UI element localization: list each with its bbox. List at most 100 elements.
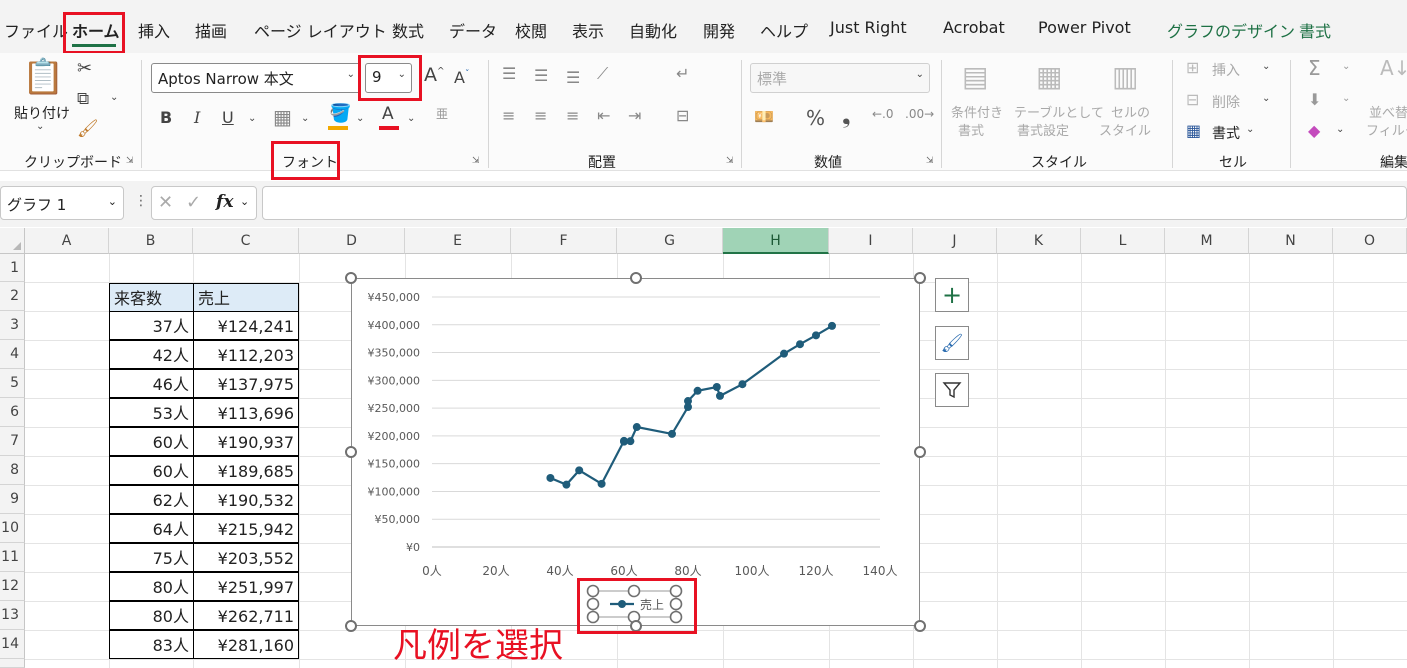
column-header-g[interactable]: G: [617, 228, 723, 254]
formula-input[interactable]: [262, 186, 1407, 220]
cell-styles-icon[interactable]: ▥: [1112, 63, 1138, 91]
comma-button[interactable]: ❟: [842, 106, 851, 128]
font-color-icon[interactable]: A: [382, 106, 394, 123]
row-header-12[interactable]: 12: [0, 572, 25, 601]
tab-chart-design[interactable]: グラフのデザイン: [1167, 18, 1295, 42]
delete-cells-button[interactable]: 削除: [1212, 92, 1240, 112]
align-left-icon[interactable]: ≡: [502, 108, 515, 124]
paste-button[interactable]: 貼り付け: [14, 103, 70, 123]
sort-filter-icon[interactable]: A↓: [1380, 58, 1407, 78]
clear-icon[interactable]: ◆: [1308, 123, 1320, 139]
resize-handle[interactable]: [914, 272, 926, 284]
chart-filters-button[interactable]: [935, 373, 969, 407]
column-header-h[interactable]: H: [723, 228, 829, 254]
chart-styles-button[interactable]: 🖌: [935, 326, 969, 360]
tab-automate[interactable]: 自動化: [629, 18, 677, 42]
table-cell-sales[interactable]: ¥113,696: [193, 398, 299, 427]
align-right-icon[interactable]: ≡: [566, 108, 579, 124]
paste-dropdown-icon[interactable]: ⌄: [36, 122, 44, 132]
clear-dropdown-icon[interactable]: ⌄: [1336, 125, 1344, 135]
more-options-icon[interactable]: ⋮: [134, 193, 148, 209]
tab-data[interactable]: データ: [449, 18, 497, 42]
phonetic-icon[interactable]: 亜: [436, 108, 448, 120]
cell-styles-label-1[interactable]: セルの: [1111, 102, 1150, 121]
tab-power-pivot[interactable]: Power Pivot: [1038, 18, 1131, 37]
tab-insert[interactable]: 挿入: [138, 18, 170, 42]
format-as-table-label-1[interactable]: テーブルとして: [1014, 102, 1104, 121]
row-header-7[interactable]: 7: [0, 427, 25, 456]
format-dropdown-icon[interactable]: ⌄: [1246, 125, 1254, 135]
tab-acrobat[interactable]: Acrobat: [943, 18, 1005, 37]
column-header-k[interactable]: K: [997, 228, 1081, 254]
column-header-n[interactable]: N: [1249, 228, 1333, 254]
row-header-9[interactable]: 9: [0, 485, 25, 514]
table-cell-visitors[interactable]: 53人: [109, 398, 194, 427]
align-top-icon[interactable]: ☰: [502, 66, 516, 82]
cell-styles-label-2[interactable]: スタイル: [1099, 120, 1151, 139]
row-header-10[interactable]: 10: [0, 514, 25, 543]
increase-decimal-icon[interactable]: ←.0: [872, 108, 894, 120]
table-cell-sales[interactable]: ¥262,711: [193, 601, 299, 630]
merge-center-icon[interactable]: ⊟: [676, 108, 689, 124]
table-cell-visitors[interactable]: 62人: [109, 485, 194, 514]
column-header-e[interactable]: E: [405, 228, 511, 254]
tab-draw[interactable]: 描画: [195, 18, 227, 42]
sort-filter-label-1[interactable]: 並べ替: [1369, 102, 1407, 121]
decrease-indent-icon[interactable]: ⇤: [597, 108, 610, 124]
resize-handle[interactable]: [914, 446, 926, 458]
row-header-6[interactable]: 6: [0, 398, 25, 427]
tab-just-right[interactable]: Just Right: [830, 18, 907, 37]
clipboard-launcher-icon[interactable]: ⇲: [126, 156, 134, 166]
border-icon[interactable]: ▦: [273, 107, 292, 127]
table-cell-sales[interactable]: ¥189,685: [193, 456, 299, 485]
conditional-formatting-icon[interactable]: ▤: [962, 63, 988, 91]
table-header-sales[interactable]: 売上: [193, 283, 299, 312]
insert-cells-button[interactable]: 挿入: [1212, 60, 1240, 80]
fill-color-icon[interactable]: 🪣: [329, 105, 351, 123]
tab-help[interactable]: ヘルプ: [760, 18, 808, 42]
row-header-14[interactable]: 14: [0, 630, 25, 659]
tab-developer[interactable]: 開発: [703, 18, 735, 42]
resize-handle[interactable]: [914, 620, 926, 632]
insert-dropdown-icon[interactable]: ⌄: [1262, 62, 1270, 72]
align-bottom-icon[interactable]: ☰: [566, 70, 580, 86]
underline-dropdown-icon[interactable]: ⌄: [248, 114, 256, 124]
tab-file[interactable]: ファイル: [4, 18, 68, 42]
column-header-j[interactable]: J: [913, 228, 997, 254]
increase-indent-icon[interactable]: ⇥: [628, 108, 641, 124]
row-header-8[interactable]: 8: [0, 456, 25, 485]
bold-button[interactable]: B: [160, 110, 172, 126]
fill-dropdown-icon[interactable]: ⌄: [356, 114, 364, 124]
name-box[interactable]: グラフ 1 ⌄: [0, 186, 124, 220]
column-header-l[interactable]: L: [1081, 228, 1165, 254]
table-cell-visitors[interactable]: 60人: [109, 427, 194, 456]
tab-page-layout[interactable]: ページ レイアウト: [254, 18, 387, 42]
table-cell-visitors[interactable]: 42人: [109, 340, 194, 369]
paste-icon[interactable]: 📋: [22, 60, 64, 94]
fill-icon[interactable]: ⬇: [1308, 92, 1321, 108]
table-cell-visitors[interactable]: 83人: [109, 630, 194, 659]
font-color-dropdown-icon[interactable]: ⌄: [407, 114, 415, 124]
conditional-formatting-label-1[interactable]: 条件付き: [951, 102, 1003, 121]
cancel-icon[interactable]: ✕: [158, 192, 173, 213]
chart-elements-button[interactable]: +: [935, 278, 969, 312]
copy-dropdown-icon[interactable]: ⌄: [110, 93, 118, 103]
tab-formulas[interactable]: 数式: [392, 18, 424, 42]
select-all-corner[interactable]: [0, 228, 25, 254]
table-cell-sales[interactable]: ¥190,937: [193, 427, 299, 456]
currency-icon[interactable]: 💴: [754, 109, 774, 125]
decrease-decimal-icon[interactable]: .00→: [905, 108, 934, 120]
table-cell-visitors[interactable]: 46人: [109, 369, 194, 398]
format-as-table-icon[interactable]: ▦: [1036, 63, 1062, 91]
table-cell-sales[interactable]: ¥251,997: [193, 572, 299, 601]
border-dropdown-icon[interactable]: ⌄: [301, 114, 309, 124]
column-header-d[interactable]: D: [299, 228, 405, 254]
grow-font-icon[interactable]: A^: [424, 66, 445, 85]
row-header-4[interactable]: 4: [0, 340, 25, 369]
font-launcher-icon[interactable]: ⇲: [472, 156, 480, 166]
enter-icon[interactable]: ✓: [186, 192, 201, 213]
sort-filter-label-2[interactable]: フィルタ: [1366, 120, 1407, 139]
row-header-15[interactable]: [0, 659, 25, 668]
tab-format[interactable]: 書式: [1299, 18, 1331, 42]
table-cell-sales[interactable]: ¥112,203: [193, 340, 299, 369]
